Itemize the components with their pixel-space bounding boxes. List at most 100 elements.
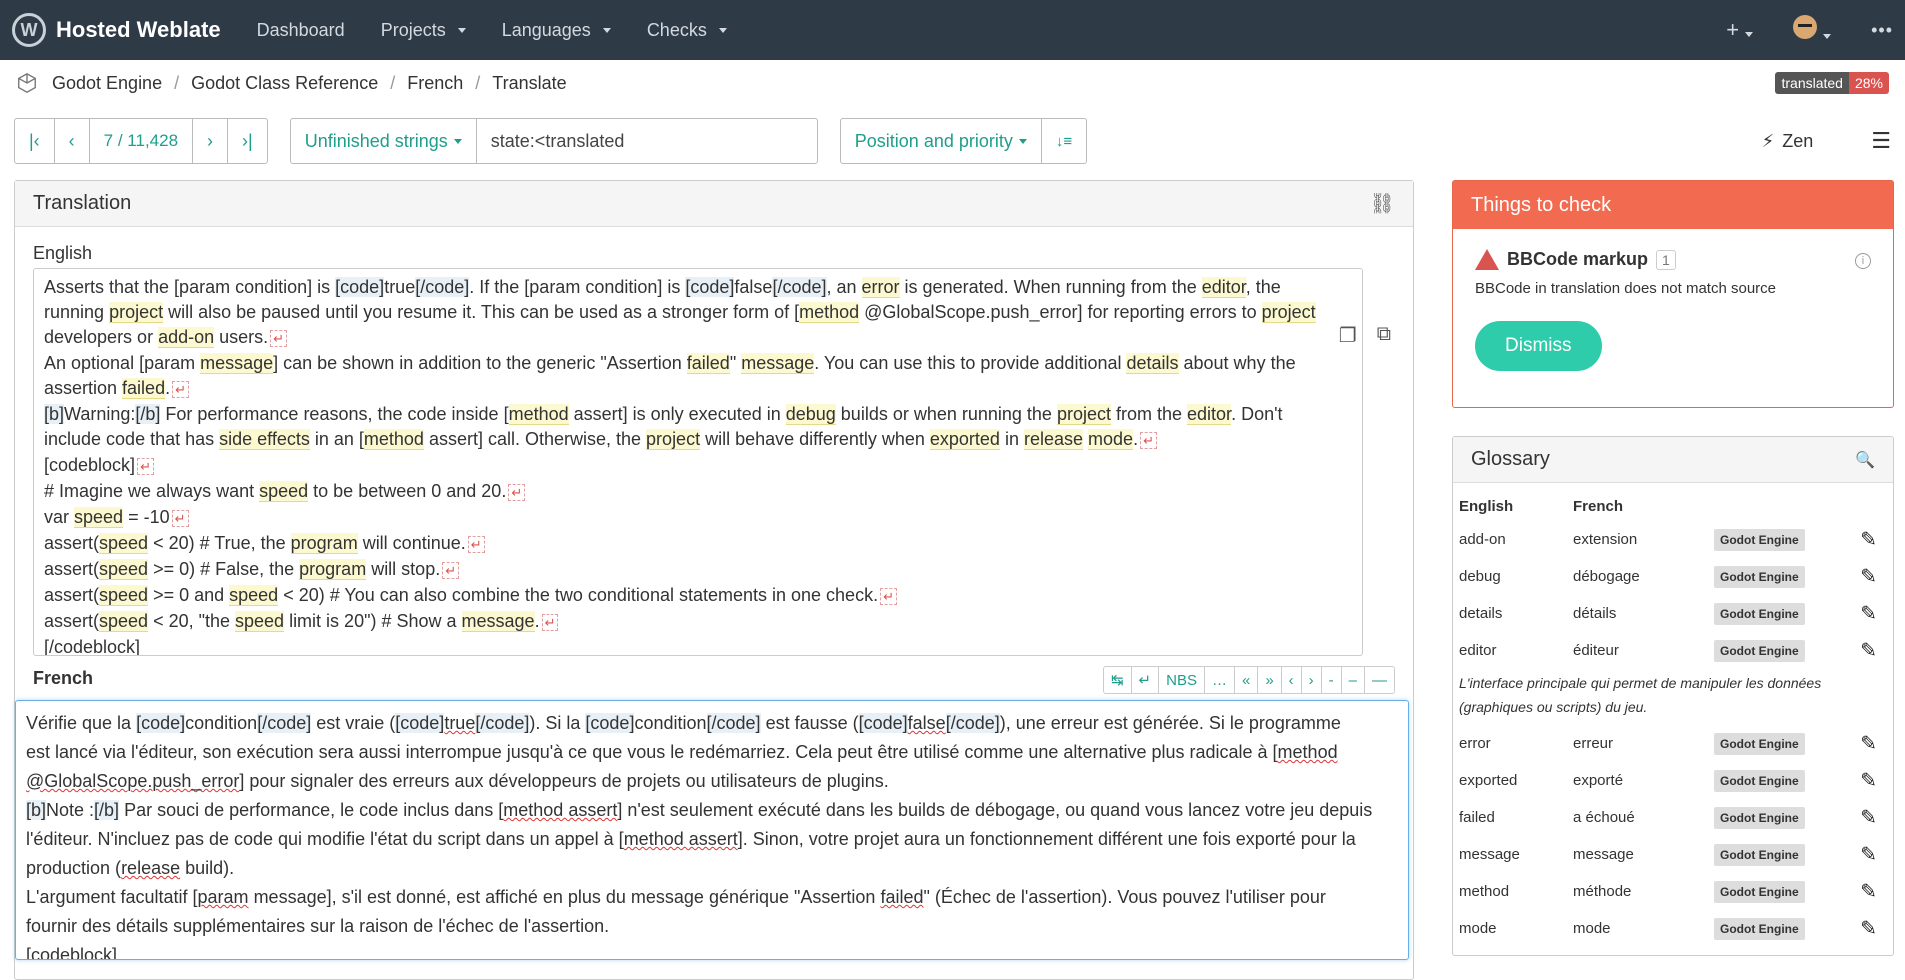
position-indicator[interactable]: 7 / 11,428 <box>90 119 194 163</box>
pencil-icon[interactable]: ✎ <box>1860 768 1877 793</box>
pencil-icon[interactable]: ✎ <box>1860 731 1877 756</box>
glossary-term[interactable]: speed <box>259 481 309 502</box>
glossary-term[interactable]: editor <box>1187 404 1232 425</box>
glossary-term[interactable]: speed <box>235 611 285 632</box>
breadcrumb-separator: / <box>174 72 180 93</box>
pencil-icon[interactable]: ✎ <box>1860 879 1877 904</box>
glossary-term[interactable]: speed <box>99 611 149 632</box>
pencil-icon[interactable]: ✎ <box>1860 527 1877 552</box>
sidebar: Things to check BBCode markup 1 i BBCode… <box>1452 180 1894 956</box>
insert-rsaquo-button[interactable]: › <box>1302 667 1322 693</box>
info-icon[interactable]: i <box>1855 253 1871 269</box>
warning-icon <box>1475 249 1499 270</box>
search-query-input[interactable]: state:<translated <box>477 119 817 163</box>
user-menu[interactable] <box>1793 15 1832 45</box>
sort-dropdown[interactable]: Position and priority <box>841 119 1042 163</box>
status-badge-label: translated <box>1775 72 1849 94</box>
nav-checks[interactable]: Checks <box>647 20 727 41</box>
glossary-term[interactable]: message <box>200 353 274 374</box>
last-button[interactable]: ›| <box>228 119 267 163</box>
newline-marker: ↵ <box>172 381 189 398</box>
insert-lsaquo-button[interactable]: ‹ <box>1282 667 1302 693</box>
dismiss-button[interactable]: Dismiss <box>1475 321 1602 371</box>
insert-endash-button[interactable]: – <box>1342 667 1365 693</box>
glossary-term[interactable]: program <box>290 533 358 554</box>
glossary-term[interactable]: program <box>299 559 367 580</box>
breadcrumb-project[interactable]: Godot Engine <box>52 73 162 94</box>
glossary-term[interactable]: message <box>461 611 535 632</box>
chevron-down-icon <box>718 27 727 33</box>
glossary-term[interactable]: message <box>741 353 815 374</box>
glossary-term[interactable]: error <box>861 277 900 298</box>
glossary-term[interactable]: mode <box>1088 429 1134 450</box>
nav-languages[interactable]: Languages <box>502 20 611 41</box>
clone-source-icon[interactable]: ⧉ <box>1377 323 1391 348</box>
chevron-down-icon <box>457 27 466 33</box>
glossary-row: failed a échoué Godot Engine ✎ <box>1459 805 1877 830</box>
next-button[interactable]: › <box>193 119 229 163</box>
translation-editor[interactable]: Vérifie que la [code]condition[/code] es… <box>15 700 1409 960</box>
breadcrumb-language[interactable]: French <box>407 73 463 94</box>
insert-tab-button[interactable]: ↹ <box>1104 667 1132 693</box>
zen-mode-button[interactable]: ⚡ Zen <box>1762 131 1814 152</box>
target-language-label: French <box>33 667 94 688</box>
check-item: BBCode markup 1 i BBCode in translation … <box>1453 229 1893 391</box>
glossary-term[interactable]: release <box>1023 429 1084 450</box>
translation-body: English ❐ ⧉ Asserts that the [param cond… <box>15 227 1413 960</box>
glossary-term[interactable]: method <box>799 302 860 323</box>
glossary-term[interactable]: speed <box>74 507 124 528</box>
settings-sliders-icon[interactable]: ☰ <box>1871 128 1891 154</box>
glossary-term[interactable]: details <box>1126 353 1179 374</box>
pencil-icon[interactable]: ✎ <box>1860 842 1877 867</box>
first-button[interactable]: |‹ <box>15 119 55 163</box>
pencil-icon[interactable]: ✎ <box>1860 805 1877 830</box>
search-glossary-icon[interactable]: 🔍 <box>1855 450 1875 470</box>
pencil-icon[interactable]: ✎ <box>1860 601 1877 626</box>
glossary-term[interactable]: exported <box>929 429 1000 450</box>
more-menu[interactable]: ••• <box>1871 20 1893 41</box>
glossary-term[interactable]: project <box>1261 302 1316 323</box>
insert-ellipsis-button[interactable]: … <box>1205 667 1235 693</box>
filter-dropdown[interactable]: Unfinished strings <box>291 119 477 163</box>
glossary-term[interactable]: editor <box>1201 277 1246 298</box>
insert-newline-button[interactable]: ↵ <box>1132 667 1160 693</box>
glossary-term[interactable]: method <box>363 429 424 450</box>
glossary-row: error erreur Godot Engine ✎ <box>1459 731 1877 756</box>
checks-panel-header: Things to check <box>1453 181 1893 229</box>
glossary-term[interactable]: speed <box>99 533 149 554</box>
glossary-term[interactable]: side effects <box>219 429 310 450</box>
link-icon[interactable]: ⛓ <box>1370 191 1395 216</box>
glossary-term[interactable]: project <box>1056 404 1111 425</box>
glossary-term[interactable]: speed <box>99 585 149 606</box>
glossary-term[interactable]: add-on <box>158 327 215 348</box>
copy-icon[interactable]: ❐ <box>1339 323 1357 348</box>
sort-direction-button[interactable]: ↓≡ <box>1042 119 1086 163</box>
zen-label: Zen <box>1782 130 1814 151</box>
glossary-term[interactable]: failed <box>122 378 166 399</box>
pencil-icon[interactable]: ✎ <box>1860 564 1877 589</box>
glossary-term[interactable]: project <box>109 302 164 323</box>
insert-hyphen-button[interactable]: - <box>1322 667 1342 693</box>
glossary-term[interactable]: speed <box>229 585 279 606</box>
brand[interactable]: W Hosted Weblate <box>12 13 221 47</box>
nav-dashboard-label: Dashboard <box>256 19 345 40</box>
pencil-icon[interactable]: ✎ <box>1860 916 1877 941</box>
insert-raquo-button[interactable]: » <box>1258 667 1282 693</box>
glossary-term[interactable]: speed <box>99 559 149 580</box>
plus-icon: + <box>1726 17 1740 42</box>
insert-nbsp-button[interactable]: NBS <box>1159 667 1205 693</box>
glossary-term[interactable]: project <box>646 429 701 450</box>
source-text: Asserts that the [param condition] is [c… <box>33 268 1363 656</box>
breadcrumb-component[interactable]: Godot Class Reference <box>191 73 378 94</box>
pencil-icon[interactable]: ✎ <box>1860 638 1877 663</box>
insert-emdash-button[interactable]: — <box>1365 667 1394 693</box>
translation-panel-header: Translation ⛓ <box>15 181 1413 227</box>
glossary-term[interactable]: debug <box>785 404 836 425</box>
previous-button[interactable]: ‹ <box>55 119 90 163</box>
add-menu[interactable]: + <box>1726 17 1754 43</box>
insert-laquo-button[interactable]: « <box>1235 667 1259 693</box>
glossary-term[interactable]: method <box>508 404 569 425</box>
nav-projects[interactable]: Projects <box>381 20 466 41</box>
nav-dashboard[interactable]: Dashboard <box>257 20 345 41</box>
glossary-term[interactable]: failed <box>686 353 730 374</box>
